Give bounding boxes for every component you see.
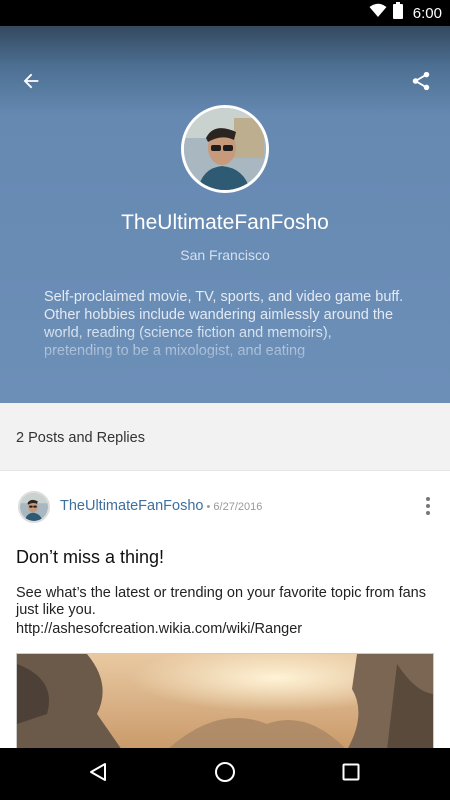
post-title: Don’t miss a thing! bbox=[16, 547, 165, 567]
share-icon bbox=[410, 70, 432, 97]
status-icons: 6:00 bbox=[369, 2, 442, 24]
post-author-line: TheUltimateFanFosho • 6/27/2016 bbox=[60, 498, 262, 514]
profile-username: TheUltimateFanFosho bbox=[121, 211, 329, 234]
system-nav-bar bbox=[0, 748, 450, 800]
profile-avatar bbox=[181, 105, 269, 193]
post-author-avatar[interactable] bbox=[18, 491, 50, 523]
status-time: 6:00 bbox=[412, 4, 442, 22]
nav-back-icon bbox=[88, 762, 108, 787]
battery-icon bbox=[392, 2, 403, 24]
back-arrow-icon bbox=[20, 70, 42, 97]
share-button[interactable] bbox=[408, 70, 434, 96]
nav-back-button[interactable] bbox=[86, 762, 110, 786]
post-image[interactable] bbox=[16, 653, 434, 749]
post-card[interactable]: TheUltimateFanFosho • 6/27/2016 Don’t mi… bbox=[0, 470, 450, 749]
post-body: See what’s the latest or trending on you… bbox=[16, 585, 426, 618]
profile-bio: Self-proclaimed movie, TV, sports, and v… bbox=[44, 289, 404, 359]
more-vert-icon bbox=[426, 497, 430, 515]
nav-home-button[interactable] bbox=[213, 761, 237, 788]
nav-home-icon bbox=[214, 761, 236, 788]
post-date: • 6/27/2016 bbox=[203, 501, 263, 513]
post-more-button[interactable] bbox=[420, 495, 436, 517]
wifi-icon bbox=[369, 3, 387, 23]
post-author-name[interactable]: TheUltimateFanFosho bbox=[60, 498, 203, 514]
profile-header: TheUltimateFanFosho San Francisco Self-p… bbox=[0, 26, 450, 403]
status-bar: 6:00 bbox=[0, 0, 450, 26]
nav-recents-icon bbox=[342, 763, 360, 786]
profile-location: San Francisco bbox=[180, 247, 270, 263]
posts-count-label: 2 Posts and Replies bbox=[16, 430, 145, 446]
posts-count-section: 2 Posts and Replies bbox=[0, 403, 450, 470]
nav-recents-button[interactable] bbox=[339, 762, 363, 786]
back-button[interactable] bbox=[18, 70, 44, 96]
post-link[interactable]: http://ashesofcreation.wikia.com/wiki/Ra… bbox=[16, 621, 302, 637]
